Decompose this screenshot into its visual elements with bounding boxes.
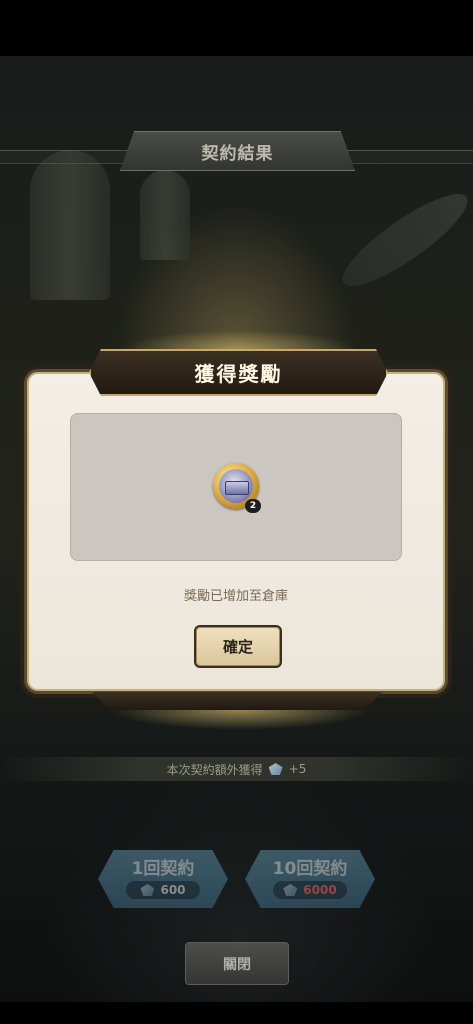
reward-count-badge: 2 xyxy=(245,499,261,513)
draw-10-cost-value: 6000 xyxy=(303,883,337,897)
gem-icon xyxy=(283,884,298,896)
confirm-button-label: 確定 xyxy=(222,638,253,656)
confirm-button[interactable]: 確定 xyxy=(194,625,282,668)
dialog-header: 獲得獎勵 xyxy=(89,349,388,396)
screen: 契約結果 本次契約額外獲得 +5 1回契約 600 10回契約 6000 關閉 … xyxy=(0,0,473,1024)
chest-shape xyxy=(225,481,249,495)
close-button-label: 關閉 xyxy=(223,956,251,973)
treasure-chest-icon xyxy=(219,469,253,503)
dialog-footer-band xyxy=(92,692,382,710)
navigation-bar xyxy=(0,1002,473,1024)
gem-icon xyxy=(140,884,155,896)
draw-1-button[interactable]: 1回契約 600 xyxy=(98,850,228,908)
gem-icon xyxy=(268,763,283,775)
draw-1-cost-value: 600 xyxy=(160,883,186,897)
draw-10-label: 10回契約 xyxy=(272,859,348,879)
status-bar xyxy=(0,0,473,56)
draw-10-cost: 6000 xyxy=(273,881,347,899)
draw-1-cost: 600 xyxy=(126,881,200,899)
extra-reward-amount: +5 xyxy=(288,762,307,776)
draw-10-button[interactable]: 10回契約 6000 xyxy=(245,850,375,908)
dialog-title: 獲得獎勵 xyxy=(194,362,283,386)
draw-1-label: 1回契約 xyxy=(131,859,195,879)
close-button[interactable]: 關閉 xyxy=(185,942,289,985)
reward-note: 獎勵已增加至倉庫 xyxy=(183,589,288,604)
extra-reward-bar: 本次契約額外獲得 +5 xyxy=(0,757,473,781)
extra-reward-text: 本次契約額外獲得 xyxy=(166,762,263,777)
